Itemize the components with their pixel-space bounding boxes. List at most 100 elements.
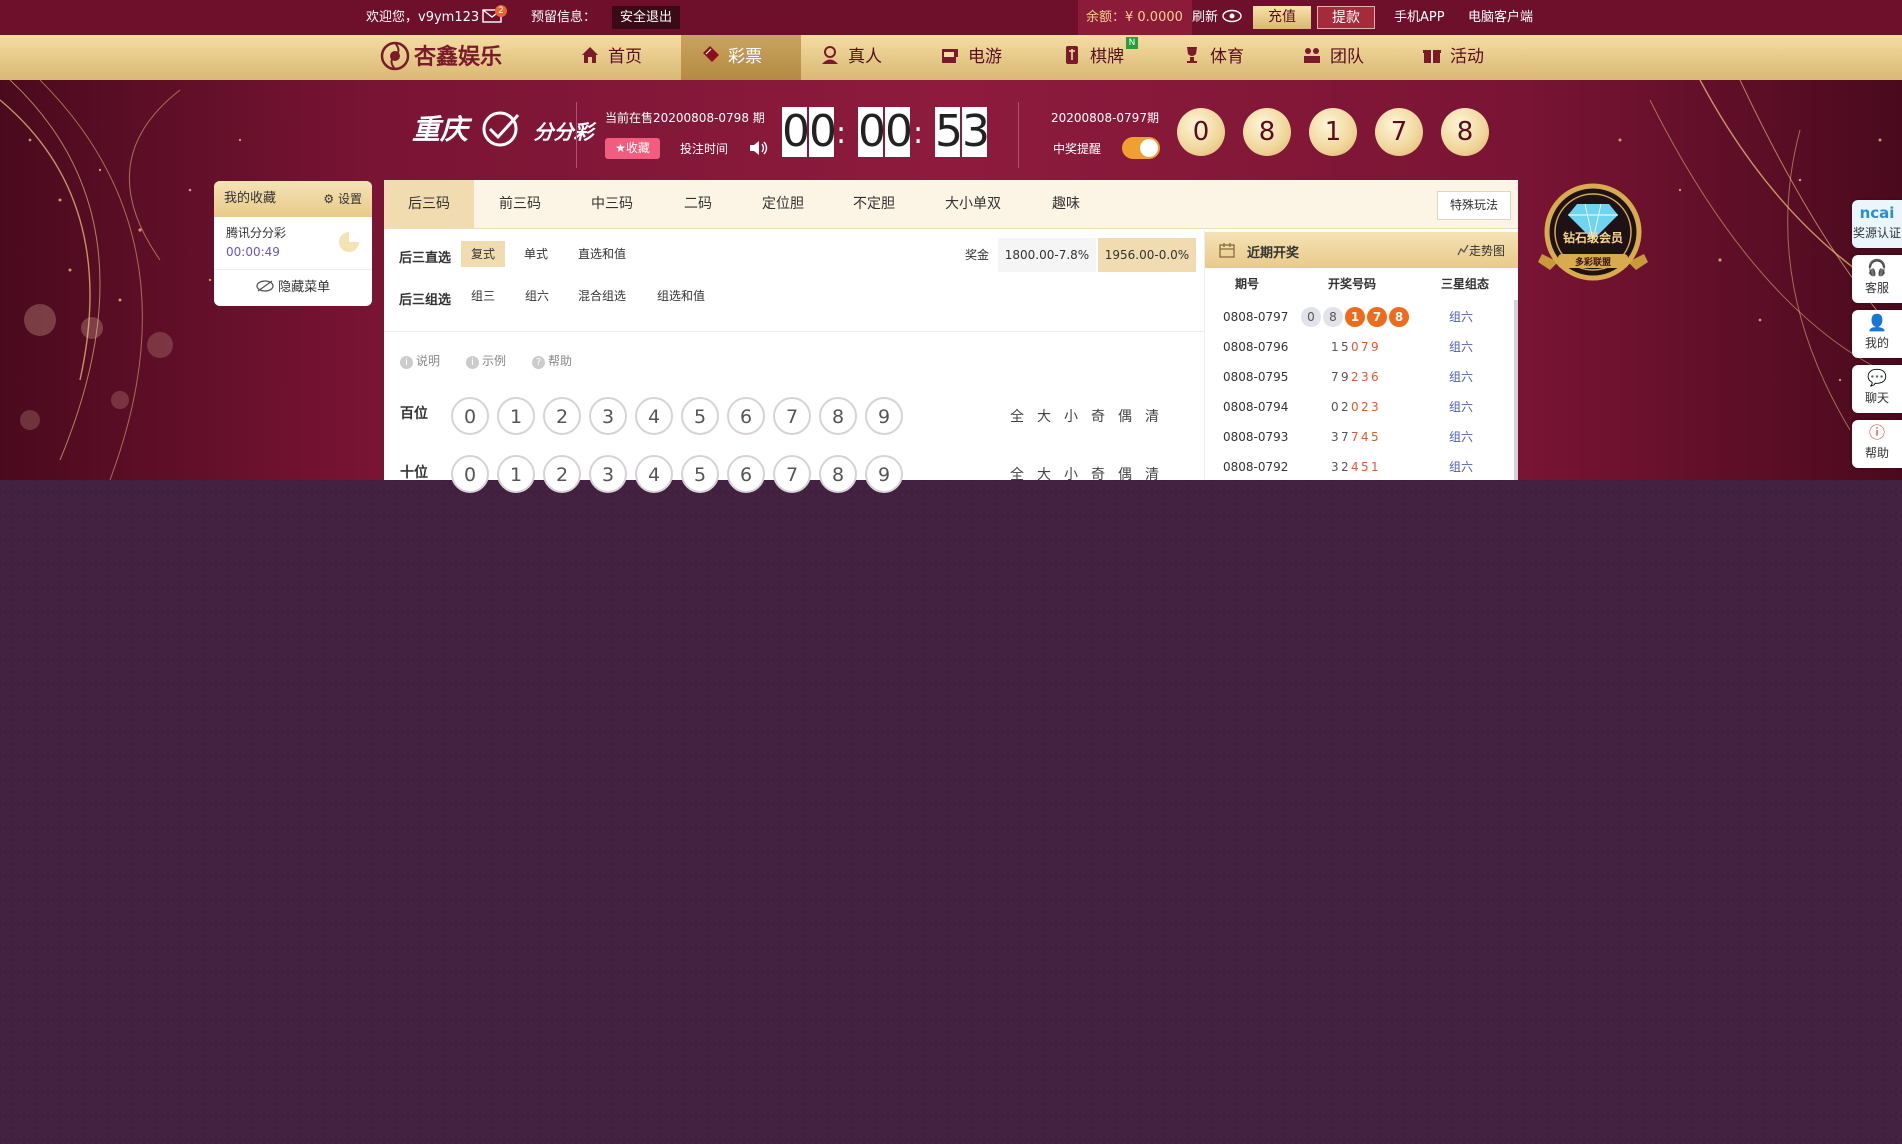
digit-ball[interactable]: 4 — [635, 397, 673, 435]
digit-ball[interactable]: 5 — [681, 397, 719, 435]
history-type[interactable]: 组六 — [1449, 332, 1473, 362]
quick-op-button[interactable]: 清 — [1145, 406, 1159, 426]
logout-button[interactable]: 安全退出 — [612, 6, 681, 29]
option-direct-sum[interactable]: 直选和值 — [578, 241, 626, 267]
notice-label: 预留信息： — [531, 10, 597, 25]
quick-op-button[interactable]: 偶 — [1118, 464, 1132, 484]
favorites-settings[interactable]: ⚙ 设置 — [323, 181, 362, 217]
option-mixed-group[interactable]: 混合组选 — [578, 283, 626, 309]
sidebar-certification[interactable]: ncai 奖源认证 — [1852, 200, 1902, 248]
nav-lottery[interactable]: 彩票 — [700, 35, 762, 80]
history-type[interactable]: 组六 — [1449, 422, 1473, 452]
quick-op-button[interactable]: 大 — [1037, 406, 1051, 426]
speaker-icon[interactable] — [748, 139, 770, 157]
hide-menu-button[interactable]: 隐藏菜单 — [214, 270, 372, 306]
special-play-button[interactable]: 特殊玩法 — [1437, 191, 1511, 220]
trend-chart-link[interactable]: 走势图 — [1457, 242, 1505, 259]
sidebar-mine[interactable]: 👤 我的 — [1852, 310, 1902, 358]
mahjong-icon — [1066, 46, 1078, 64]
quick-op-button[interactable]: 小 — [1064, 464, 1078, 484]
calendar-icon — [1219, 243, 1235, 258]
tab-big-small[interactable]: 大小单双 — [920, 180, 1026, 228]
pc-client-link[interactable]: 电脑客户端 — [1468, 0, 1533, 35]
last-number-ball: 1 — [1309, 108, 1357, 156]
digit-ball[interactable]: 8 — [819, 455, 857, 493]
quick-op-button[interactable]: 全 — [1010, 464, 1024, 484]
digit-ball[interactable]: 7 — [773, 397, 811, 435]
history-type[interactable]: 组六 — [1449, 302, 1473, 332]
eye-icon[interactable] — [1222, 0, 1242, 35]
recharge-button[interactable]: 充值 — [1253, 6, 1311, 29]
quick-op-button[interactable]: 奇 — [1091, 464, 1105, 484]
favorite-button[interactable]: ★收藏 — [605, 138, 660, 159]
quick-op-button[interactable]: 全 — [1010, 406, 1024, 426]
mail-icon[interactable]: 2 — [482, 0, 507, 35]
trend-icon — [1457, 244, 1469, 256]
prize-option-2[interactable]: 1956.00-0.0% — [1098, 238, 1196, 272]
mobile-app-link[interactable]: 手机APP — [1394, 0, 1445, 35]
digit-ball[interactable]: 8 — [819, 397, 857, 435]
option-single[interactable]: 单式 — [524, 241, 548, 267]
help-link-help[interactable]: ? 帮助 — [532, 352, 572, 369]
history-scrollbar[interactable] — [1514, 300, 1518, 480]
nav-slots[interactable]: 电游 — [940, 35, 1002, 80]
tab-back-three[interactable]: 后三码 — [384, 180, 474, 228]
digit-ball[interactable]: 9 — [865, 397, 903, 435]
digit-ball[interactable]: 3 — [589, 455, 627, 493]
digit-ball[interactable]: 5 — [681, 455, 719, 493]
help-link-example[interactable]: i 示例 — [466, 352, 506, 369]
nav-live[interactable]: 真人 — [820, 35, 882, 80]
option-compound[interactable]: 复式 — [461, 241, 505, 267]
digit-ball[interactable]: 0 — [451, 397, 489, 435]
option-group-sum[interactable]: 组选和值 — [657, 283, 705, 309]
help-link-explain[interactable]: i 说明 — [400, 352, 440, 369]
history-type[interactable]: 组六 — [1449, 362, 1473, 392]
nav-team[interactable]: 团队 — [1302, 35, 1364, 80]
digit-ball[interactable]: 4 — [635, 455, 673, 493]
win-remind-toggle[interactable] — [1122, 137, 1160, 159]
quick-op-button[interactable]: 小 — [1064, 406, 1078, 426]
nav-activity[interactable]: 活动 — [1422, 35, 1484, 80]
digit-ball[interactable]: 2 — [543, 455, 581, 493]
tab-two-code[interactable]: 二码 — [658, 180, 738, 228]
quick-op-button[interactable]: 奇 — [1091, 406, 1105, 426]
bet-time-link[interactable]: 投注时间 — [680, 140, 728, 157]
quick-op-button[interactable]: 清 — [1145, 464, 1159, 484]
tab-position[interactable]: 定位胆 — [738, 180, 828, 228]
digit-ball[interactable]: 6 — [727, 455, 765, 493]
history-number: 3 — [1331, 460, 1339, 474]
nav-cards-label: 棋牌 — [1090, 47, 1124, 67]
digit-ball[interactable]: 3 — [589, 397, 627, 435]
sidebar-chat[interactable]: 💬 聊天 — [1852, 365, 1902, 413]
nav-home[interactable]: 首页 — [580, 35, 642, 80]
nav-sports[interactable]: 体育 — [1182, 35, 1244, 80]
tab-non-position[interactable]: 不定胆 — [828, 180, 920, 228]
quick-op-button[interactable]: 大 — [1037, 464, 1051, 484]
digit-ball[interactable]: 1 — [497, 455, 535, 493]
site-logo[interactable]: 杏鑫娱乐 — [380, 41, 502, 75]
sidebar-certification-label: 奖源认证 — [1852, 226, 1901, 240]
sidebar-help[interactable]: ⓘ 帮助 — [1852, 420, 1902, 468]
quick-op-button[interactable]: 偶 — [1118, 406, 1132, 426]
option-group-three[interactable]: 组三 — [471, 283, 495, 309]
prize-option-1[interactable]: 1800.00-7.8% — [998, 238, 1096, 272]
digit-ball[interactable]: 9 — [865, 455, 903, 493]
nav-cards[interactable]: 棋牌 N — [1062, 35, 1138, 80]
favorite-item[interactable]: 腾讯分分彩 00:00:49 — [214, 217, 372, 270]
tab-front-three[interactable]: 前三码 — [474, 180, 566, 228]
digit-ball[interactable]: 0 — [451, 455, 489, 493]
option-group-six[interactable]: 组六 — [525, 283, 549, 309]
refresh-button[interactable]: 刷新 — [1192, 0, 1218, 35]
tab-middle-three[interactable]: 中三码 — [566, 180, 658, 228]
history-type[interactable]: 组六 — [1449, 392, 1473, 422]
history-type[interactable]: 组六 — [1449, 452, 1473, 482]
tab-fun[interactable]: 趣味 — [1026, 180, 1106, 228]
digit-ball[interactable]: 1 — [497, 397, 535, 435]
vip-badge[interactable]: 钻石级会员 多彩联盟 — [1534, 182, 1652, 286]
lottery-name: 重庆 — [412, 113, 469, 146]
digit-ball[interactable]: 7 — [773, 455, 811, 493]
digit-ball[interactable]: 2 — [543, 397, 581, 435]
withdraw-button[interactable]: 提款 — [1317, 6, 1375, 29]
digit-ball[interactable]: 6 — [727, 397, 765, 435]
sidebar-service[interactable]: 🎧 客服 — [1852, 255, 1902, 303]
